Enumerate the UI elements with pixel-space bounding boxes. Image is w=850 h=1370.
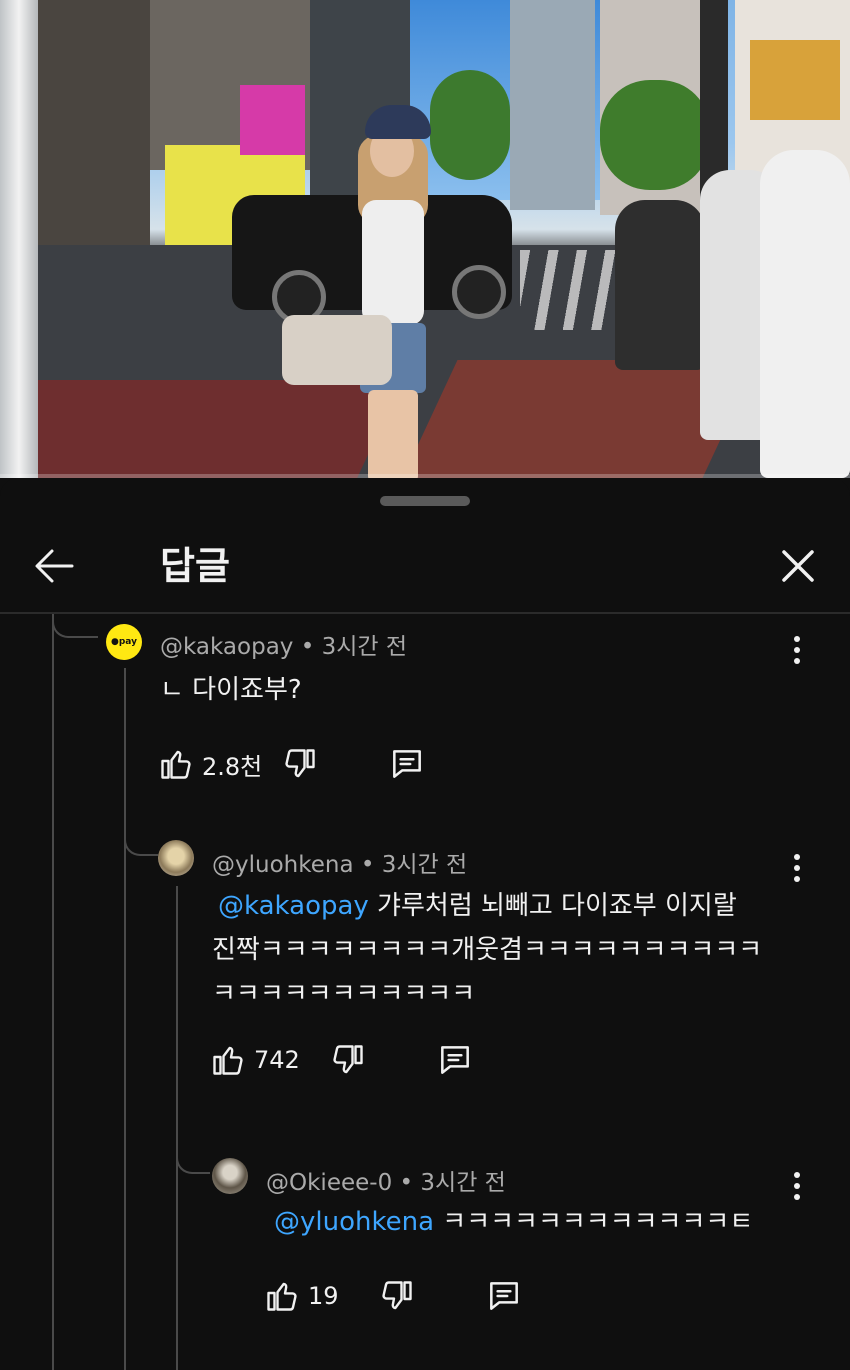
like-button[interactable]: 19	[264, 1278, 339, 1314]
comment-text-line: ㅋㅋㅋㅋㅋㅋㅋㅋㅋㅋㅋ	[212, 979, 476, 1009]
dislike-button[interactable]	[330, 1042, 366, 1078]
reply-button[interactable]	[436, 1041, 474, 1079]
dislike-button[interactable]	[282, 746, 318, 782]
reply-comment-icon	[440, 1046, 469, 1074]
comment-author[interactable]: @yluohkena	[212, 852, 354, 878]
comment-text: @kakaopay 갸루처럼 뇌빼고 다이죠부 이지랄 진짝ㅋㅋㅋㅋㅋㅋㅋㅋ개웃…	[212, 884, 812, 1016]
comment-author[interactable]: @Okieee-0	[266, 1170, 392, 1196]
video-subject-bag	[282, 315, 392, 385]
thumb-up-icon	[213, 1046, 243, 1075]
like-count: 2.8천	[202, 752, 263, 781]
mention-link[interactable]: @kakaopay	[218, 891, 369, 921]
comment-actions: 742	[210, 1038, 474, 1082]
reply-comment: @Okieee-0 • 3시간 전 @yluohkena ㅋㅋㅋㅋㅋㅋㅋㅋㅋㅋㅋ…	[0, 1150, 850, 1350]
like-count: 742	[254, 1046, 300, 1074]
more-vert-icon-dot	[794, 636, 800, 642]
comment-actions: 19	[264, 1274, 523, 1318]
video-billboard	[750, 40, 840, 120]
like-button[interactable]: 742	[210, 1042, 300, 1078]
comment-text-line: 진짝ㅋㅋㅋㅋㅋㅋㅋㅋ개웃겸ㅋㅋㅋㅋㅋㅋㅋㅋㅋㅋ	[212, 935, 763, 965]
thumb-up-icon	[267, 1282, 297, 1311]
more-vert-icon-dot	[794, 865, 800, 871]
like-count: 19	[308, 1282, 339, 1310]
video-subject-legs	[368, 390, 418, 478]
video-subject-top	[362, 200, 424, 325]
video-main-subject	[282, 105, 450, 478]
more-vert-icon-dot	[794, 1183, 800, 1189]
comment-meta: @kakaopay • 3시간 전	[160, 627, 407, 661]
reply-button[interactable]	[485, 1277, 523, 1315]
more-vert-icon-dot	[794, 876, 800, 882]
comment-time: 3시간 전	[381, 852, 468, 878]
dislike-button[interactable]	[379, 1278, 415, 1314]
video-pole	[0, 0, 38, 478]
comment-time: 3시간 전	[321, 634, 408, 660]
thumb-up-icon	[161, 750, 191, 779]
reply-comment: @yluohkena • 3시간 전 @kakaopay 갸루처럼 뇌빼고 다이…	[0, 832, 850, 1132]
replies-header: 답글	[0, 518, 850, 614]
comment-meta: @yluohkena • 3시간 전	[212, 845, 467, 879]
thumb-down-icon	[381, 1281, 412, 1310]
comment-author[interactable]: @kakaopay	[160, 634, 293, 660]
video-wheel	[452, 265, 506, 319]
comment-text-line: 갸루처럼 뇌빼고 다이죠부 이지랄	[368, 891, 737, 921]
comment-actions: 2.8천	[158, 742, 426, 786]
avatar[interactable]: ●pay	[106, 624, 142, 660]
more-vert-icon-dot	[794, 854, 800, 860]
comment-text: @yluohkena ㅋㅋㅋㅋㅋㅋㅋㅋㅋㅋㅋㅋㅌ	[266, 1200, 753, 1244]
meta-separator: •	[392, 1170, 421, 1196]
mention-link[interactable]: @yluohkena	[274, 1207, 434, 1237]
reply-comment: ●pay @kakaopay • 3시간 전 ㄴ 다이죠부? 2.8천	[0, 614, 850, 794]
video-tree	[600, 80, 710, 190]
video-subject-hat	[365, 105, 431, 139]
more-vert-icon-dot	[794, 647, 800, 653]
video-player[interactable]	[0, 0, 850, 478]
kakaopay-logo: ●pay	[111, 637, 137, 647]
comment-text-line: ㅋㅋㅋㅋㅋㅋㅋㅋㅋㅋㅋㅋㅌ	[434, 1207, 754, 1237]
reply-comment-icon	[393, 750, 422, 778]
meta-separator: •	[353, 852, 382, 878]
comment-meta: @Okieee-0 • 3시간 전	[266, 1163, 506, 1197]
more-vert-icon-dot	[794, 658, 800, 664]
thumb-down-icon	[333, 1045, 363, 1074]
more-options-button[interactable]	[782, 848, 812, 888]
close-icon	[782, 550, 814, 582]
back-button[interactable]	[26, 538, 82, 594]
avatar[interactable]	[158, 840, 194, 876]
like-button[interactable]: 2.8천	[158, 746, 262, 782]
video-building	[240, 85, 305, 155]
thumb-down-icon	[285, 749, 315, 778]
more-options-button[interactable]	[782, 1166, 812, 1206]
more-options-button[interactable]	[782, 630, 812, 670]
page-title: 답글	[160, 544, 230, 588]
close-button[interactable]	[770, 538, 826, 594]
comment-time: 3시간 전	[420, 1170, 506, 1196]
video-pedestrian	[615, 200, 705, 370]
reply-comment-icon	[489, 1282, 518, 1310]
avatar[interactable]	[212, 1158, 248, 1194]
video-pedestrian	[760, 150, 850, 478]
more-vert-icon-dot	[794, 1172, 800, 1178]
video-building	[510, 0, 595, 210]
arrow-left-icon	[35, 549, 74, 583]
meta-separator: •	[293, 634, 322, 660]
drag-handle[interactable]	[380, 496, 470, 506]
comment-text: ㄴ 다이죠부?	[160, 675, 302, 705]
replies-panel: 답글 ●pay @kakaopay • 3시간 전 ㄴ 다이죠부? 2.8천 @…	[0, 478, 850, 1370]
reply-button[interactable]	[388, 745, 426, 783]
more-vert-icon-dot	[794, 1194, 800, 1200]
